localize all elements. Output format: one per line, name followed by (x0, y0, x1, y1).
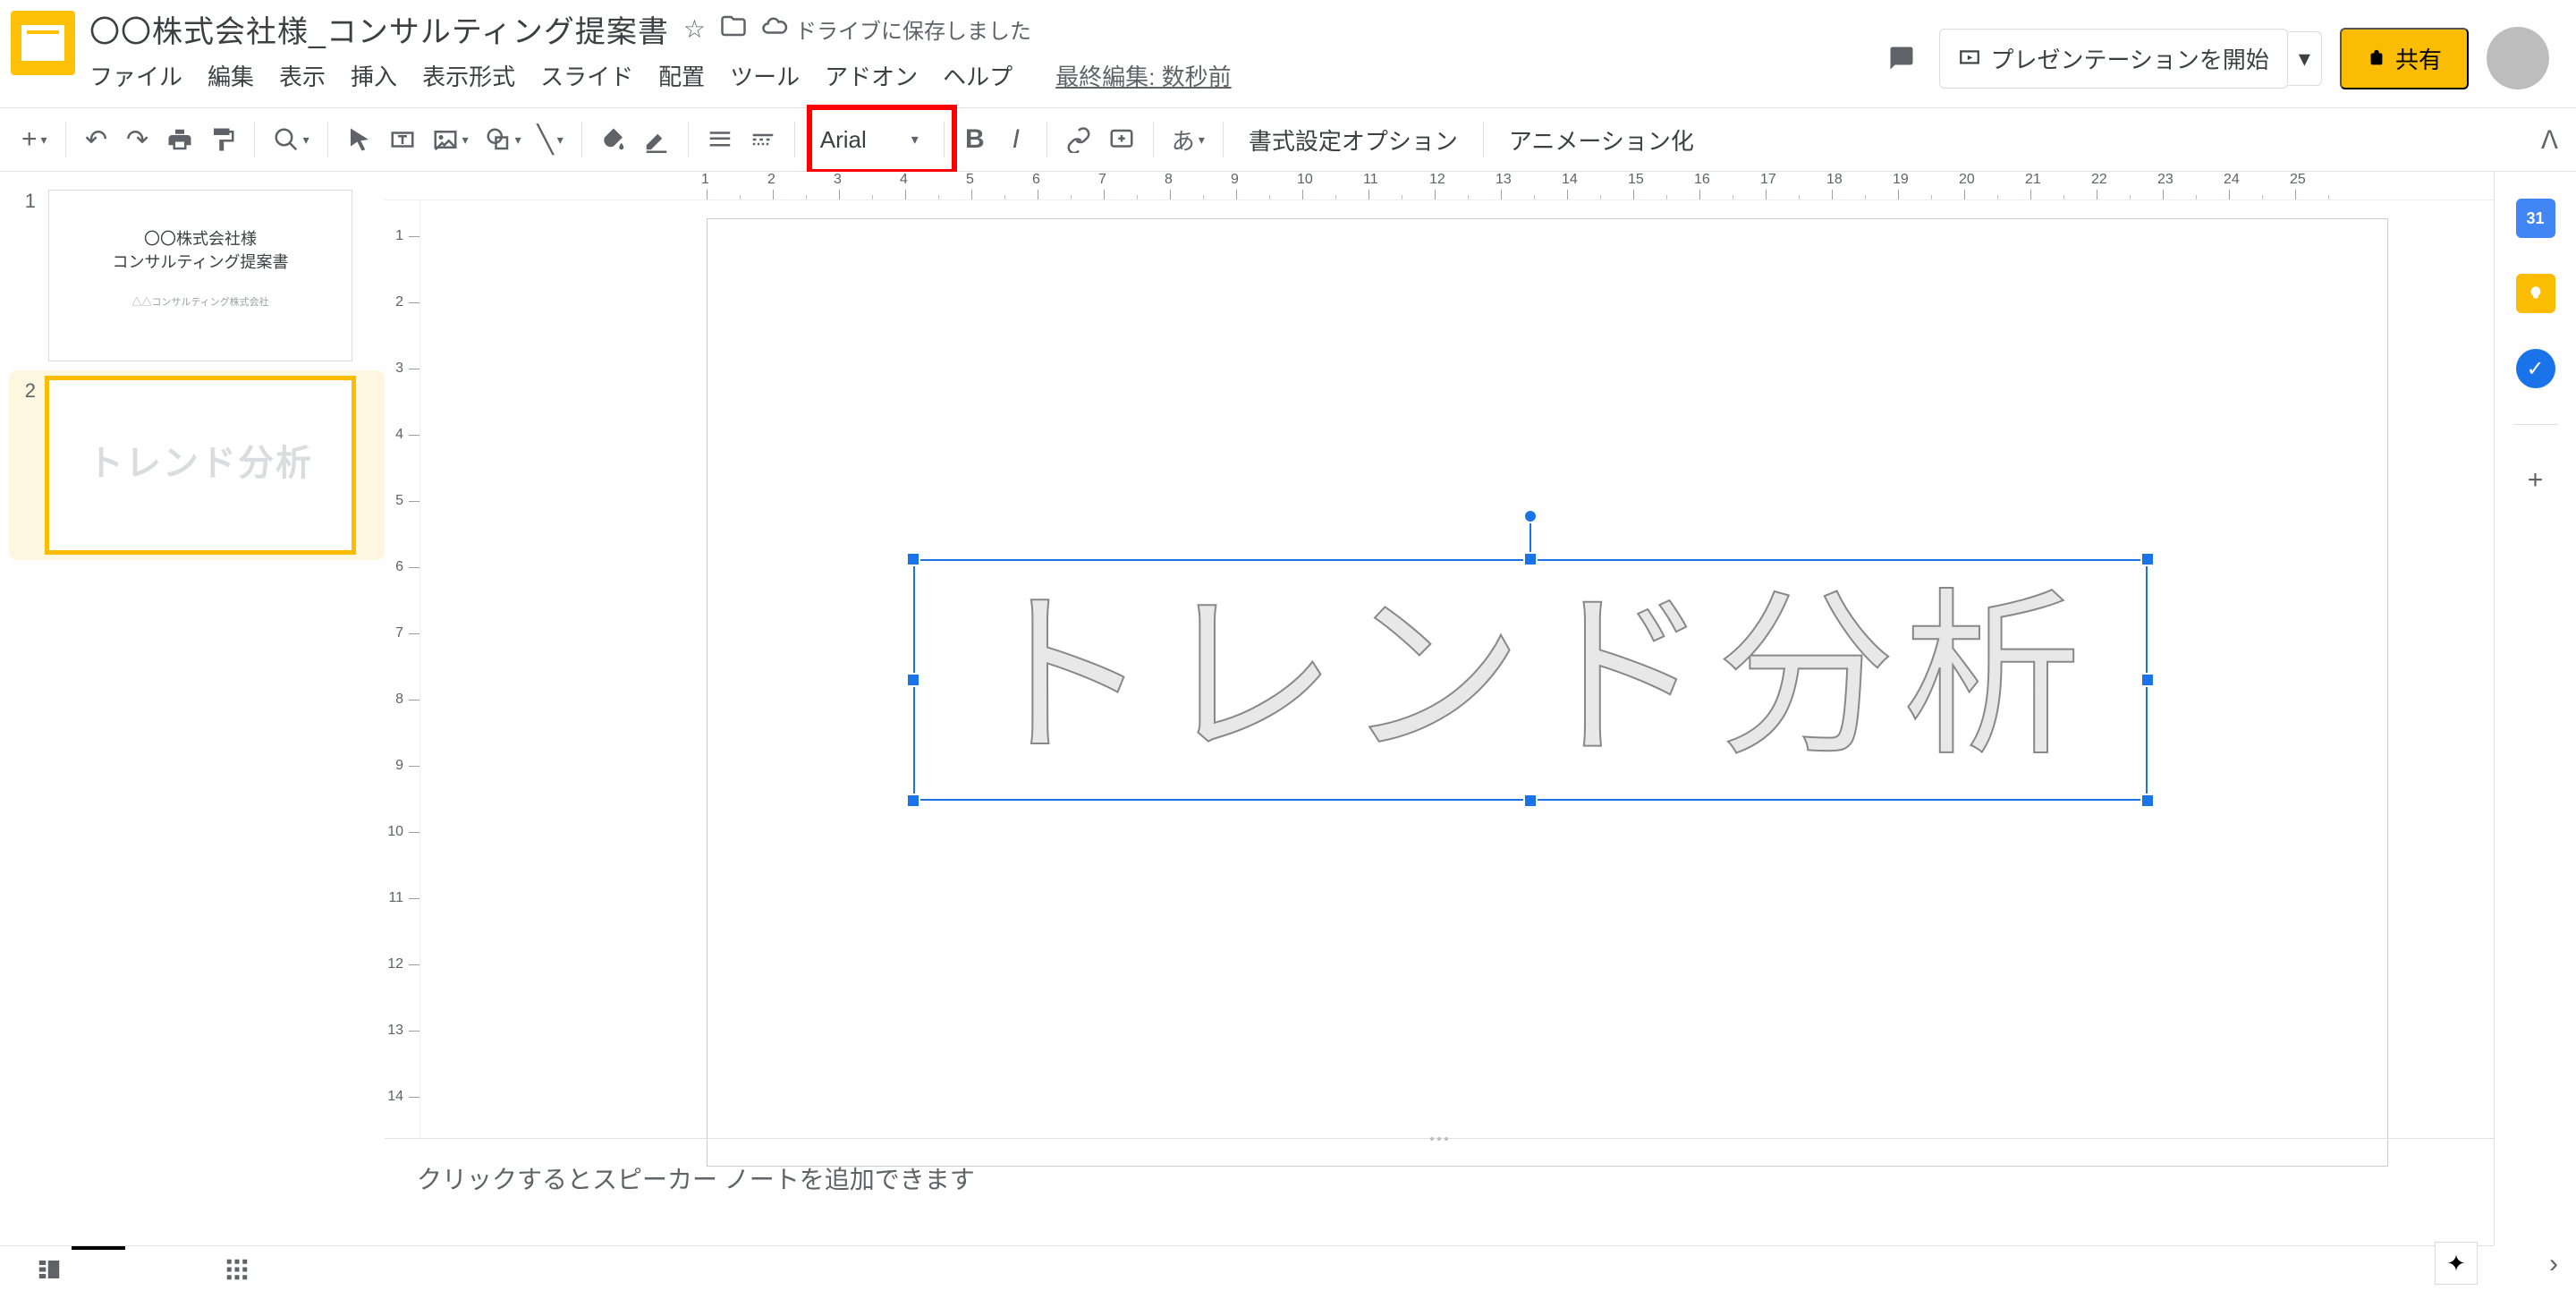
separator (1046, 122, 1047, 157)
right-sidebar: 31 ✓ + (2494, 172, 2576, 1245)
user-avatar[interactable] (2487, 27, 2549, 89)
print-button[interactable] (161, 118, 199, 161)
zoom-button[interactable] (267, 118, 315, 161)
italic-button[interactable]: I (998, 118, 1034, 161)
save-status-text: ドライブに保存しました (795, 13, 1031, 45)
thumb-number: 1 (18, 190, 36, 213)
link-button[interactable] (1060, 118, 1097, 161)
star-icon[interactable]: ☆ (683, 14, 706, 44)
rotation-handle[interactable] (1523, 509, 1538, 523)
menu-slide[interactable]: スライド (540, 59, 633, 92)
move-folder-icon[interactable] (720, 13, 747, 46)
thumbnail-panel: 1 〇〇株式会社様 コンサルティング提案書 △△コンサルティング株式会社 2 ト… (0, 172, 385, 1245)
separator (1153, 122, 1154, 157)
border-dash-button[interactable] (744, 118, 782, 161)
separator (688, 122, 689, 157)
slide-thumbnail-1[interactable]: 1 〇〇株式会社様 コンサルティング提案書 △△コンサルティング株式会社 (18, 190, 376, 361)
image-tool[interactable] (427, 118, 474, 161)
menu-arrange[interactable]: 配置 (658, 59, 705, 92)
separator (581, 122, 582, 157)
menu-file[interactable]: ファイル (89, 59, 182, 92)
toolbar: + ↶ ↷ ╲ Arial ▾ B I (0, 107, 2576, 172)
present-label: プレゼンテーションを開始 (1990, 42, 2268, 75)
paint-format-button[interactable] (204, 118, 242, 161)
border-weight-button[interactable] (701, 118, 739, 161)
thumb2-text: トレンド分析 (49, 434, 352, 486)
slides-logo[interactable] (11, 11, 75, 75)
keep-icon[interactable] (2516, 274, 2555, 313)
menu-edit[interactable]: 編集 (208, 59, 254, 92)
textbox-tool[interactable] (384, 118, 421, 161)
fill-color-button[interactable] (595, 118, 632, 161)
collapse-toolbar-icon[interactable]: ᐱ (2541, 125, 2558, 155)
separator (1223, 122, 1224, 157)
bold-button[interactable]: B (957, 118, 993, 161)
slide-canvas[interactable]: トレンド分析 (707, 218, 2388, 1167)
slide-canvas-area[interactable]: トレンド分析 (420, 200, 2494, 1138)
grid-view-button[interactable] (224, 1256, 250, 1289)
input-tool-button[interactable]: あ (1166, 118, 1210, 161)
menu-view[interactable]: 表示 (279, 59, 326, 92)
font-name: Arial (820, 126, 867, 154)
body: 1 〇〇株式会社様 コンサルティング提案書 △△コンサルティング株式会社 2 ト… (0, 172, 2576, 1245)
present-button[interactable]: プレゼンテーションを開始 (1939, 29, 2287, 89)
separator (65, 122, 66, 157)
separator (794, 122, 795, 157)
wordart-selection[interactable]: トレンド分析 (913, 559, 2148, 801)
calendar-icon[interactable]: 31 (2516, 199, 2555, 238)
cloud-saved-icon (761, 13, 788, 46)
bottom-bar (0, 1245, 2494, 1299)
line-tool[interactable]: ╲ (532, 118, 569, 161)
share-label: 共有 (2395, 42, 2442, 75)
editor: 1234567891011121314151617181920212223242… (385, 172, 2494, 1245)
slide-thumbnail-2[interactable]: 2 トレンド分析 (9, 370, 385, 560)
menu-tools[interactable]: ツール (730, 59, 800, 92)
undo-button[interactable]: ↶ (79, 118, 114, 161)
border-color-button[interactable] (638, 118, 675, 161)
last-edit-link[interactable]: 最終編集: 数秒前 (1055, 59, 1231, 92)
wordart-text[interactable]: トレンド分析 (913, 559, 2148, 801)
comments-icon[interactable] (1882, 38, 1921, 78)
separator (944, 122, 945, 157)
select-tool[interactable] (341, 118, 378, 161)
notes-resize-handle[interactable] (1421, 1137, 1457, 1142)
thumb1-title1: 〇〇株式会社様 (49, 226, 352, 250)
vertical-ruler[interactable]: 1234567891011121314 (385, 200, 420, 1138)
comment-button[interactable] (1103, 118, 1140, 161)
font-family-select[interactable]: Arial ▾ (808, 126, 931, 154)
separator (1483, 122, 1484, 157)
menu-insert[interactable]: 挿入 (351, 59, 397, 92)
filmstrip-view-button[interactable] (36, 1256, 63, 1289)
menu-format[interactable]: 表示形式 (422, 59, 515, 92)
svg-text:トレンド分析: トレンド分析 (972, 577, 2089, 777)
tasks-icon[interactable]: ✓ (2516, 349, 2555, 388)
animate-button[interactable]: アニメーション化 (1496, 123, 1707, 157)
horizontal-ruler[interactable]: 1234567891011121314151617181920212223242… (385, 172, 2494, 200)
thumb1-subtitle: △△コンサルティング株式会社 (49, 294, 352, 309)
shape-tool[interactable] (479, 118, 527, 161)
explore-button[interactable]: ✦ (2435, 1242, 2478, 1285)
notes-placeholder: クリックするとスピーカー ノートを追加できます (417, 1166, 975, 1193)
document-title[interactable]: 〇〇株式会社様_コンサルティング提案書 (89, 7, 669, 51)
share-button[interactable]: 共有 (2340, 28, 2469, 89)
new-slide-button[interactable]: + (16, 118, 53, 161)
show-sidebar-icon[interactable]: › (2549, 1249, 2558, 1279)
separator (254, 122, 255, 157)
speaker-notes[interactable]: クリックするとスピーカー ノートを追加できます (385, 1138, 2494, 1245)
header: 〇〇株式会社様_コンサルティング提案書 ☆ ドライブに保存しました ファイル 編… (0, 0, 2576, 107)
menu-help[interactable]: ヘルプ (943, 59, 1013, 92)
format-options-button[interactable]: 書式設定オプション (1236, 123, 1470, 157)
menu-addons[interactable]: アドオン (825, 59, 918, 92)
redo-button[interactable]: ↷ (120, 118, 156, 161)
separator (327, 122, 328, 157)
thumb-number: 2 (18, 379, 36, 403)
add-addon-icon[interactable]: + (2516, 461, 2555, 500)
present-dropdown[interactable]: ▾ (2288, 31, 2322, 86)
thumb1-title2: コンサルティング提案書 (49, 250, 352, 273)
